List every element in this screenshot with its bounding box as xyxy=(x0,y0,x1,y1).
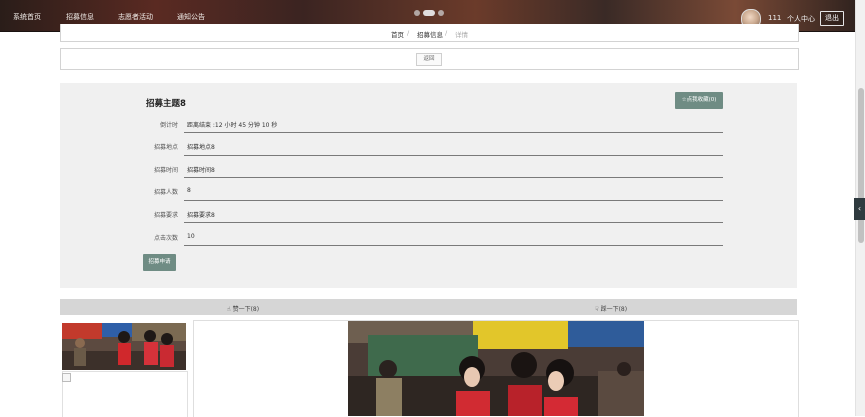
row-divider xyxy=(184,200,723,201)
field-value-requirements: 招募要求8 xyxy=(187,212,215,219)
carousel-dot[interactable] xyxy=(438,10,444,16)
main-photo xyxy=(348,321,644,416)
thumbnail-column xyxy=(62,371,188,417)
field-label-time: 招募时间 xyxy=(153,167,178,174)
nav-item-notices[interactable]: 通知公告 xyxy=(177,12,205,22)
breadcrumb-home[interactable]: 首页 xyxy=(391,29,404,39)
field-value-time: 招募时间8 xyxy=(187,167,215,174)
thumbs-down-icon: ☟ xyxy=(595,306,599,313)
carousel-indicators xyxy=(414,10,444,16)
thumbs-down-label: 踩一下(8) xyxy=(600,306,628,313)
carousel-dot-active[interactable] xyxy=(423,10,435,16)
field-value-count: 8 xyxy=(187,187,191,194)
field-label-countdown: 倒计时 xyxy=(159,122,178,129)
field-label-count: 招募人数 xyxy=(153,189,178,196)
field-label-clicks: 点击次数 xyxy=(153,235,178,242)
thumbnail-photo xyxy=(62,323,186,370)
nav-item-recruit[interactable]: 招募信息 xyxy=(66,12,94,22)
main-image[interactable] xyxy=(348,321,644,416)
logout-button[interactable]: 退出 xyxy=(820,11,844,26)
user-center-link[interactable]: 个人中心 xyxy=(787,14,815,24)
row-divider xyxy=(184,177,723,178)
row-divider xyxy=(184,155,723,156)
breadcrumb-recruit[interactable]: 招募信息 xyxy=(417,29,443,39)
carousel-dot[interactable] xyxy=(414,10,420,16)
breadcrumb-current: 详情 xyxy=(455,31,468,39)
page-title: 招募主题8 xyxy=(146,99,186,109)
thumbnail-image[interactable] xyxy=(62,323,186,370)
back-bar: 返回 xyxy=(60,48,799,70)
detail-panel: 招募主题8 ☆点我收藏(0) 倒计时 距离结束 :12 小时 45 分钟 10 … xyxy=(60,83,797,288)
field-label-requirements: 招募要求 xyxy=(153,212,178,219)
breadcrumb-separator: / xyxy=(445,29,448,37)
field-label-location: 招募地点 xyxy=(153,144,178,151)
nav-item-home[interactable]: 系统首页 xyxy=(13,12,41,22)
breadcrumb: 首页 / 招募信息 / 详情 xyxy=(60,24,799,42)
nav-item-activities[interactable]: 志愿者活动 xyxy=(118,12,153,22)
field-value-clicks: 10 xyxy=(187,233,195,240)
thumbs-up-label: 赞一下(8) xyxy=(232,306,260,313)
row-divider xyxy=(184,245,723,246)
vote-bar: ☝ 赞一下(8) ☟ 踩一下(8) xyxy=(60,299,797,315)
username: 111 xyxy=(768,14,782,22)
broken-image-icon xyxy=(62,373,71,382)
thumbs-up-icon: ☝ xyxy=(227,306,231,313)
favorite-label: 点我收藏(0) xyxy=(686,97,717,103)
breadcrumb-separator: / xyxy=(407,29,410,37)
field-value-countdown: 距离结束 :12 小时 45 分钟 10 秒 xyxy=(187,122,278,129)
field-value-location: 招募地点8 xyxy=(187,144,215,151)
row-divider xyxy=(184,222,723,223)
thumbs-up-button[interactable]: ☝ 赞一下(8) xyxy=(227,304,259,313)
thumbs-down-button[interactable]: ☟ 踩一下(8) xyxy=(595,304,627,313)
side-panel-toggle[interactable]: ‹ xyxy=(854,198,865,220)
chevron-left-icon: ‹ xyxy=(857,204,862,213)
favorite-button[interactable]: ☆点我收藏(0) xyxy=(675,92,723,109)
row-divider xyxy=(184,132,723,133)
back-button[interactable]: 返回 xyxy=(416,53,442,66)
apply-button[interactable]: 招募申请 xyxy=(143,254,176,271)
